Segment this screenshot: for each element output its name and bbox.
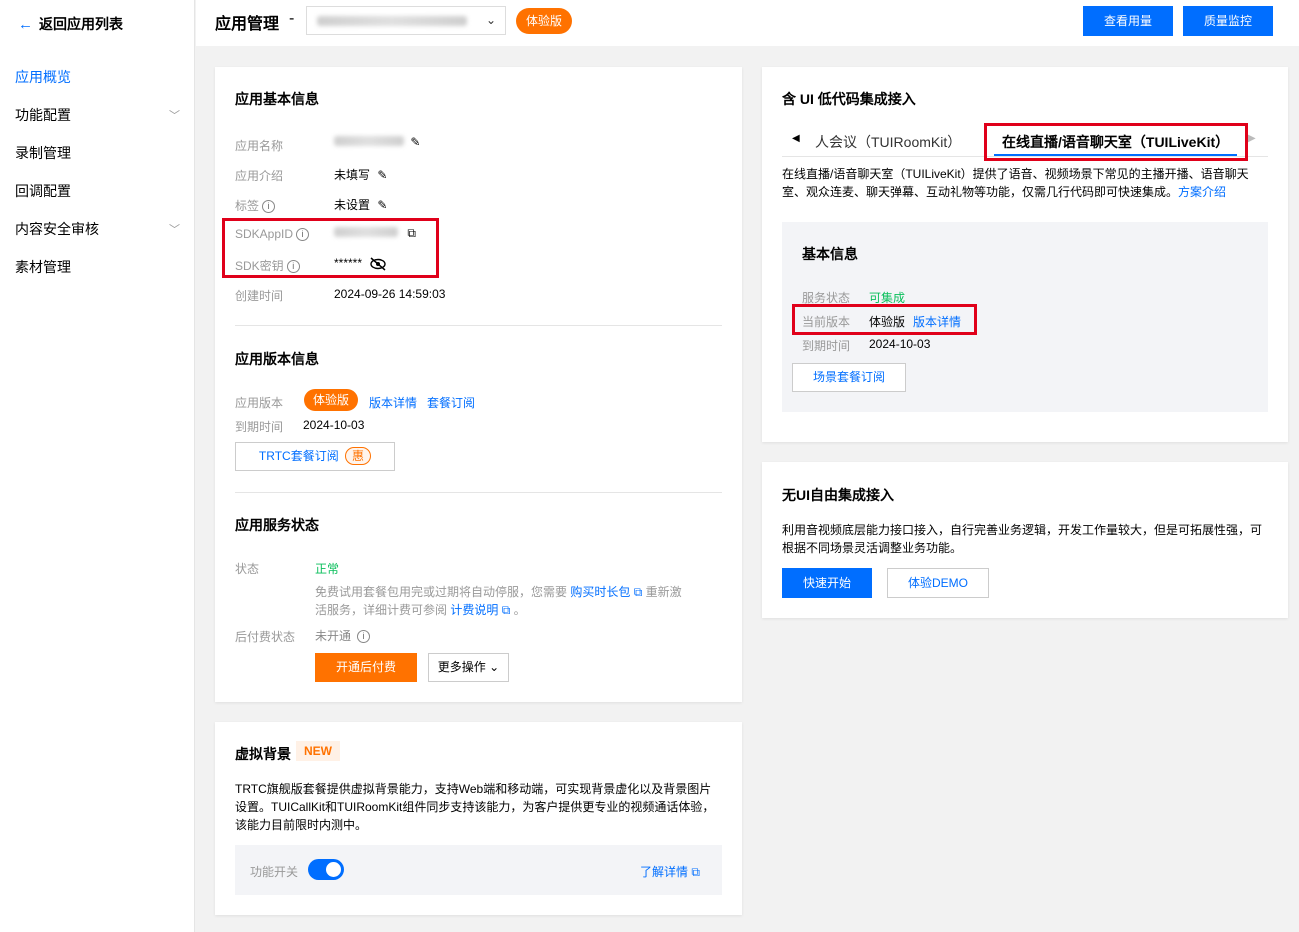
- external-link-icon: ⧉: [501, 603, 511, 617]
- app-intro-label: 应用介绍: [235, 169, 284, 183]
- quick-start-button[interactable]: 快速开始: [782, 568, 872, 598]
- info-icon[interactable]: i: [357, 630, 371, 644]
- version-label: 应用版本: [235, 396, 284, 410]
- basic-info-title: 应用基本信息: [235, 91, 319, 107]
- app-name-value: ✎: [334, 135, 420, 149]
- low-code-description: 在线直播/语音聊天室（TUILiveKit）提供了语音、视频场景下常见的主播开播…: [782, 167, 1249, 199]
- discount-tag: 惠: [345, 447, 372, 465]
- sidebar-item-feature-config[interactable]: 功能配置 ﹀: [15, 105, 180, 125]
- external-link-icon: ⧉: [691, 865, 700, 879]
- highlight-box: [792, 304, 977, 335]
- blurred-app-name: [317, 16, 467, 26]
- no-ui-description: 利用音视频底层能力接口接入，自行完善业务逻辑，开发工作量较大，但是可拓展性强，可…: [782, 523, 1263, 555]
- edit-icon[interactable]: ✎: [377, 198, 387, 212]
- sidebar-item-callback[interactable]: 回调配置: [15, 181, 180, 201]
- feature-switch-panel: 功能开关 了解详情 ⧉: [235, 845, 722, 895]
- buy-duration-link[interactable]: 购买时长包: [570, 585, 630, 599]
- expire-value: 2024-10-03: [303, 418, 365, 432]
- app-info-card: 应用基本信息 应用名称 ✎ 应用介绍 未填写 ✎ 标签 i 未设置 ✎ SDKAp…: [215, 67, 742, 702]
- sidebar-item-recording[interactable]: 录制管理: [15, 143, 180, 163]
- app-intro-value: 未填写: [334, 168, 371, 182]
- title-separator: -: [289, 10, 295, 27]
- tag-row: 未设置 ✎: [334, 196, 387, 213]
- tag-label: 标签: [235, 199, 260, 213]
- app-intro-row: 未填写 ✎: [334, 166, 387, 183]
- divider: [235, 492, 722, 493]
- external-link-icon: ⧉: [633, 585, 643, 599]
- chevron-down-icon: ﹀: [169, 224, 180, 236]
- sidebar: ← 返回应用列表 应用概览 功能配置 ﹀ 录制管理 回调配置 内容安全审核 ﹀ 素材…: [0, 0, 195, 932]
- tab-scroll-left-icon[interactable]: ◀: [792, 133, 800, 144]
- virtual-bg-description: TRTC旗舰版套餐提供虚拟背景能力，支持Web端和移动端，可实现背景虚化以及背景…: [235, 782, 715, 832]
- scene-package-button[interactable]: 场景套餐订阅: [792, 363, 906, 392]
- chevron-down-icon: ⌄: [485, 13, 496, 27]
- version-info-title: 应用版本信息: [235, 351, 319, 367]
- version-badge: 体验版: [304, 389, 358, 411]
- app-name-label: 应用名称: [235, 139, 284, 153]
- view-usage-button[interactable]: 查看用量: [1083, 6, 1173, 36]
- tab-roomkit[interactable]: 人会议（TUIRoomKit）: [815, 132, 961, 152]
- arrow-left-icon: ←: [18, 15, 33, 33]
- app-selector[interactable]: ⌄: [306, 6, 506, 35]
- virtual-bg-title: 虚拟背景: [235, 746, 291, 762]
- highlight-box: [222, 218, 439, 278]
- created-label: 创建时间: [235, 289, 284, 303]
- info-icon[interactable]: i: [262, 200, 276, 214]
- solution-intro-link[interactable]: 方案介绍: [1178, 185, 1226, 199]
- low-code-title: 含 UI 低代码集成接入: [782, 91, 916, 107]
- trtc-package-button[interactable]: TRTC套餐订阅 惠: [235, 442, 395, 471]
- sidebar-item-overview[interactable]: 应用概览: [15, 67, 180, 87]
- created-value: 2024-09-26 14:59:03: [334, 287, 446, 301]
- service-note: 免费试用套餐包用完或过期将自动停服，您需要 购买时长包 ⧉ 重新激 活服务，详细…: [315, 585, 682, 617]
- expire-label: 到期时间: [235, 420, 284, 434]
- lc-expire-label: 到期时间: [802, 339, 851, 353]
- sidebar-item-content-moderation[interactable]: 内容安全审核 ﹀: [15, 219, 180, 239]
- no-ui-title: 无UI自由集成接入: [782, 487, 894, 503]
- tag-label-row: 标签 i: [235, 197, 276, 214]
- edit-icon[interactable]: ✎: [410, 135, 420, 149]
- demo-button[interactable]: 体验DEMO: [887, 568, 989, 598]
- new-tag: NEW: [296, 741, 340, 761]
- edition-badge: 体验版: [516, 8, 572, 34]
- edit-icon[interactable]: ✎: [377, 168, 387, 182]
- chevron-down-icon: ﹀: [169, 110, 180, 122]
- quality-monitor-button[interactable]: 质量监控: [1183, 6, 1273, 36]
- sidebar-item-materials[interactable]: 素材管理: [15, 257, 180, 277]
- panel-title: 基本信息: [802, 246, 858, 262]
- toggle-knob: [326, 862, 341, 877]
- page-title: 应用管理: [215, 16, 280, 33]
- learn-more-link[interactable]: 了解详情 ⧉: [640, 863, 700, 880]
- top-bar: 应用管理 - ⌄ 体验版 查看用量 质量监控: [196, 0, 1299, 46]
- blurred-app-name: [334, 136, 404, 146]
- no-ui-integration-card: 无UI自由集成接入 利用音视频底层能力接口接入，自行完善业务逻辑，开发工作量较大…: [762, 462, 1288, 618]
- low-code-integration-card: 含 UI 低代码集成接入 ◀ 人会议（TUIRoomKit） 在线直播/语音聊天…: [762, 67, 1288, 442]
- highlight-box: [984, 123, 1248, 161]
- tag-value: 未设置: [334, 198, 371, 212]
- postpaid-row: 未开通 i: [315, 627, 371, 644]
- chevron-down-icon: ⌄: [489, 660, 500, 674]
- status-label: 状态: [235, 562, 260, 576]
- switch-label: 功能开关: [250, 865, 299, 879]
- tab-scroll-right-icon[interactable]: ▶: [1248, 133, 1256, 144]
- back-to-app-list[interactable]: ← 返回应用列表: [18, 14, 123, 34]
- open-postpaid-button[interactable]: 开通后付费: [315, 653, 417, 682]
- virtual-background-card: 虚拟背景 NEW TRTC旗舰版套餐提供虚拟背景能力，支持Web端和移动端，可实…: [215, 722, 742, 915]
- more-actions-button[interactable]: 更多操作 ⌄: [428, 653, 509, 682]
- divider: [235, 325, 722, 326]
- postpaid-label: 后付费状态: [235, 630, 296, 644]
- status-value: 正常: [315, 562, 340, 576]
- version-detail-link[interactable]: 版本详情: [369, 394, 417, 411]
- lc-expire-value: 2024-10-03: [869, 337, 931, 351]
- feature-toggle[interactable]: [308, 859, 344, 880]
- billing-doc-link[interactable]: 计费说明: [450, 603, 498, 617]
- postpaid-value: 未开通: [315, 629, 352, 643]
- service-status-title: 应用服务状态: [235, 517, 319, 533]
- package-subscribe-link[interactable]: 套餐订阅: [427, 394, 475, 411]
